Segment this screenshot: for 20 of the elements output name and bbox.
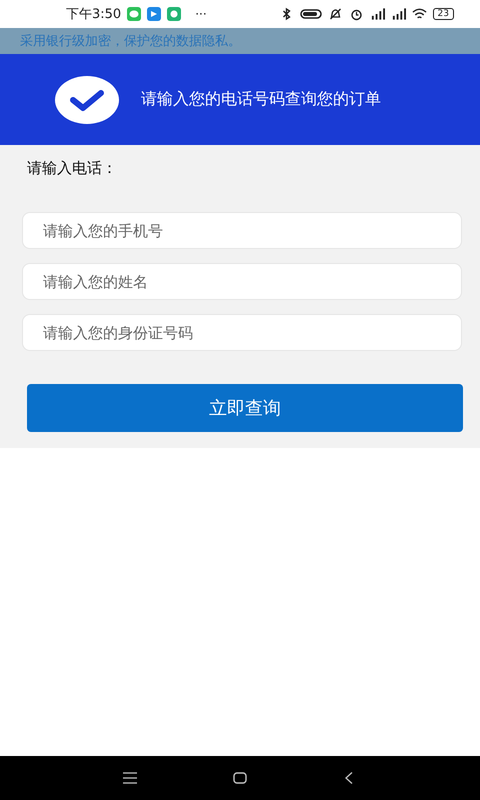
input-field[interactable]: 请输入您的身份证号码 <box>22 314 462 351</box>
signal-icon <box>370 7 385 21</box>
mute-icon <box>328 7 343 21</box>
alarm-icon <box>348 7 364 21</box>
signal-icon <box>390 7 406 21</box>
menu-icon[interactable] <box>123 772 137 784</box>
chat-app-icon <box>127 7 142 21</box>
status-time: 下午3:50 <box>66 6 122 23</box>
wifi-icon <box>412 7 427 21</box>
battery-indicator: 23 <box>432 8 454 20</box>
checkmark-icon <box>55 76 119 124</box>
header-title: 请输入您的电话号码查询您的订单 <box>141 89 381 110</box>
input-field[interactable]: 请输入您的手机号 <box>22 212 462 249</box>
home-icon[interactable] <box>233 772 247 784</box>
privacy-notice: 采用银行级加密，保护您的数据隐私。 <box>0 28 480 54</box>
phone-label: 请输入电话： <box>27 159 118 178</box>
query-button[interactable]: 立即查询 <box>27 384 463 432</box>
input-field[interactable]: 请输入您的姓名 <box>22 263 462 300</box>
more-notifications: ··· <box>195 7 207 21</box>
toggle-icon <box>300 7 322 21</box>
